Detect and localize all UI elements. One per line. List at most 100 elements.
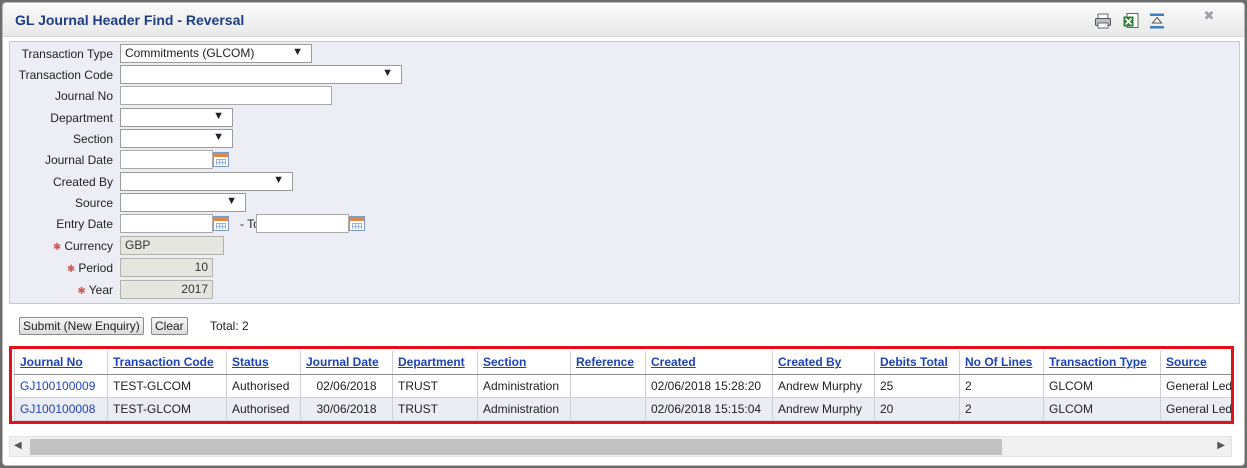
table-cell: TEST-GLCOM [107,396,227,421]
section-label: Section [72,132,113,146]
clear-button[interactable]: Clear [151,317,188,335]
table-cell: General Ledger [1159,396,1231,421]
collapse-panel-icon[interactable] [1148,12,1166,30]
department-select[interactable]: ▼ [120,108,233,127]
calendar-icon[interactable] [213,216,229,231]
table-cell: 2 [959,396,1044,421]
transaction-type-row: Transaction Type Commitments (GLCOM) ▼ [10,44,1239,64]
column-header-no-of-lines[interactable]: No Of Lines [959,351,1044,375]
table-cell: Andrew Murphy [772,396,875,421]
transaction-code-row: Transaction Code ▼ [10,65,1239,85]
column-header-journal-no[interactable]: Journal No [14,351,108,375]
journal-no-label: Journal No [54,89,113,103]
table-cell [570,373,646,398]
chevron-down-icon: ▼ [213,131,224,143]
total-count: Total: 2 [210,319,249,333]
period-field: 10 [120,258,213,277]
scroll-right-icon[interactable]: ▶ [1217,440,1225,451]
table-header-row: Journal No Transaction Code Status Journal … [14,351,1231,375]
currency-label: ✱ Currency [52,239,113,253]
title-bar: GL Journal Header Find - Reversal ✖ [3,3,1244,37]
table-cell [570,396,646,421]
chevron-down-icon: ▼ [213,110,224,122]
journal-no-link[interactable]: GJ100100008 [14,396,108,421]
scroll-left-icon[interactable]: ◀ [14,440,22,451]
table-cell: Administration [477,373,571,398]
journal-no-input[interactable] [120,86,332,105]
created-by-select[interactable]: ▼ [120,172,293,191]
chevron-down-icon: ▼ [382,67,393,79]
currency-row: ✱ Currency GBP [10,236,1239,256]
results-grid: Journal No Transaction Code Status Journal … [9,346,1234,424]
journal-no-link[interactable]: GJ100100009 [14,373,108,398]
source-row: Source ▼ [10,193,1239,213]
column-header-transaction-code[interactable]: Transaction Code [107,351,227,375]
section-row: Section ▼ [10,129,1239,149]
column-header-reference[interactable]: Reference [570,351,646,375]
table-row[interactable]: GJ100100009 TEST-GLCOM Authorised 02/06/201… [14,373,1231,398]
column-header-created-by[interactable]: Created By [772,351,875,375]
currency-field: GBP [120,236,224,255]
horizontal-scrollbar[interactable]: ◀ ▶ [9,436,1232,457]
column-header-section[interactable]: Section [477,351,571,375]
search-form-panel: Transaction Type Commitments (GLCOM) ▼ T… [9,41,1240,304]
source-label: Source [74,196,113,210]
dialog-window: GL Journal Header Find - Reversal ✖ Tran… [2,2,1245,466]
year-row: ✱ Year 2017 [10,280,1239,300]
table-row[interactable]: GJ100100008 TEST-GLCOM Authorised 30/06/201… [14,396,1231,421]
table-cell: GLCOM [1043,396,1161,421]
table-cell: 2 [959,373,1044,398]
calendar-icon[interactable] [349,216,365,231]
transaction-type-select[interactable]: Commitments (GLCOM) ▼ [120,44,312,63]
chevron-down-icon: ▼ [226,195,237,207]
transaction-code-label: Transaction Code [18,68,113,82]
table-cell: 02/06/2018 15:15:04 [645,396,773,421]
period-label: ✱ Period [66,261,113,275]
column-header-created[interactable]: Created [645,351,773,375]
table-cell: 30/06/2018 [300,396,393,421]
close-icon[interactable]: ✖ [1202,9,1216,23]
table-cell: TEST-GLCOM [107,373,227,398]
period-row: ✱ Period 10 [10,258,1239,278]
table-cell: Andrew Murphy [772,373,875,398]
entry-date-from-input[interactable] [120,214,213,233]
column-header-source[interactable]: Source [1159,351,1231,375]
required-mark-icon: ✱ [66,264,76,275]
entry-date-to-input[interactable] [256,214,349,233]
table-cell: Authorised [226,396,301,421]
excel-export-icon[interactable] [1122,12,1140,30]
chevron-down-icon: ▼ [292,46,303,58]
required-mark-icon: ✱ [77,286,86,297]
journal-date-row: Journal Date [10,150,1239,170]
column-header-transaction-type[interactable]: Transaction Type [1043,351,1161,375]
transaction-code-select[interactable]: ▼ [120,65,402,84]
year-label: ✱ Year [77,283,113,297]
created-by-label: Created By [52,175,113,189]
column-header-department[interactable]: Department [392,351,478,375]
created-by-row: Created By ▼ [10,172,1239,192]
chevron-down-icon: ▼ [273,174,284,186]
column-header-status[interactable]: Status [226,351,301,375]
column-header-journal-date[interactable]: Journal Date [300,351,393,375]
transaction-type-label: Transaction Type [21,47,113,61]
section-select[interactable]: ▼ [120,129,233,148]
table-cell: 02/06/2018 15:28:20 [645,373,773,398]
submit-button[interactable]: Submit (New Enquiry) [19,317,144,335]
journal-date-label: Journal Date [44,153,113,167]
results-table: Journal No Transaction Code Status Journal … [14,351,1231,421]
journal-date-input[interactable] [120,150,213,169]
table-cell: TRUST [392,373,478,398]
column-header-debits-total[interactable]: Debits Total [874,351,960,375]
printer-icon[interactable] [1094,12,1112,30]
source-select[interactable]: ▼ [120,193,246,212]
entry-date-row: Entry Date - To [10,214,1239,234]
calendar-icon[interactable] [213,152,229,167]
table-cell: TRUST [392,396,478,421]
table-cell: General Ledger [1159,373,1231,398]
table-cell: 20 [874,396,960,421]
department-label: Department [50,111,113,125]
year-field: 2017 [120,280,213,299]
scrollbar-thumb[interactable] [30,439,1002,455]
department-row: Department ▼ [10,108,1239,128]
table-cell: 02/06/2018 [300,373,393,398]
